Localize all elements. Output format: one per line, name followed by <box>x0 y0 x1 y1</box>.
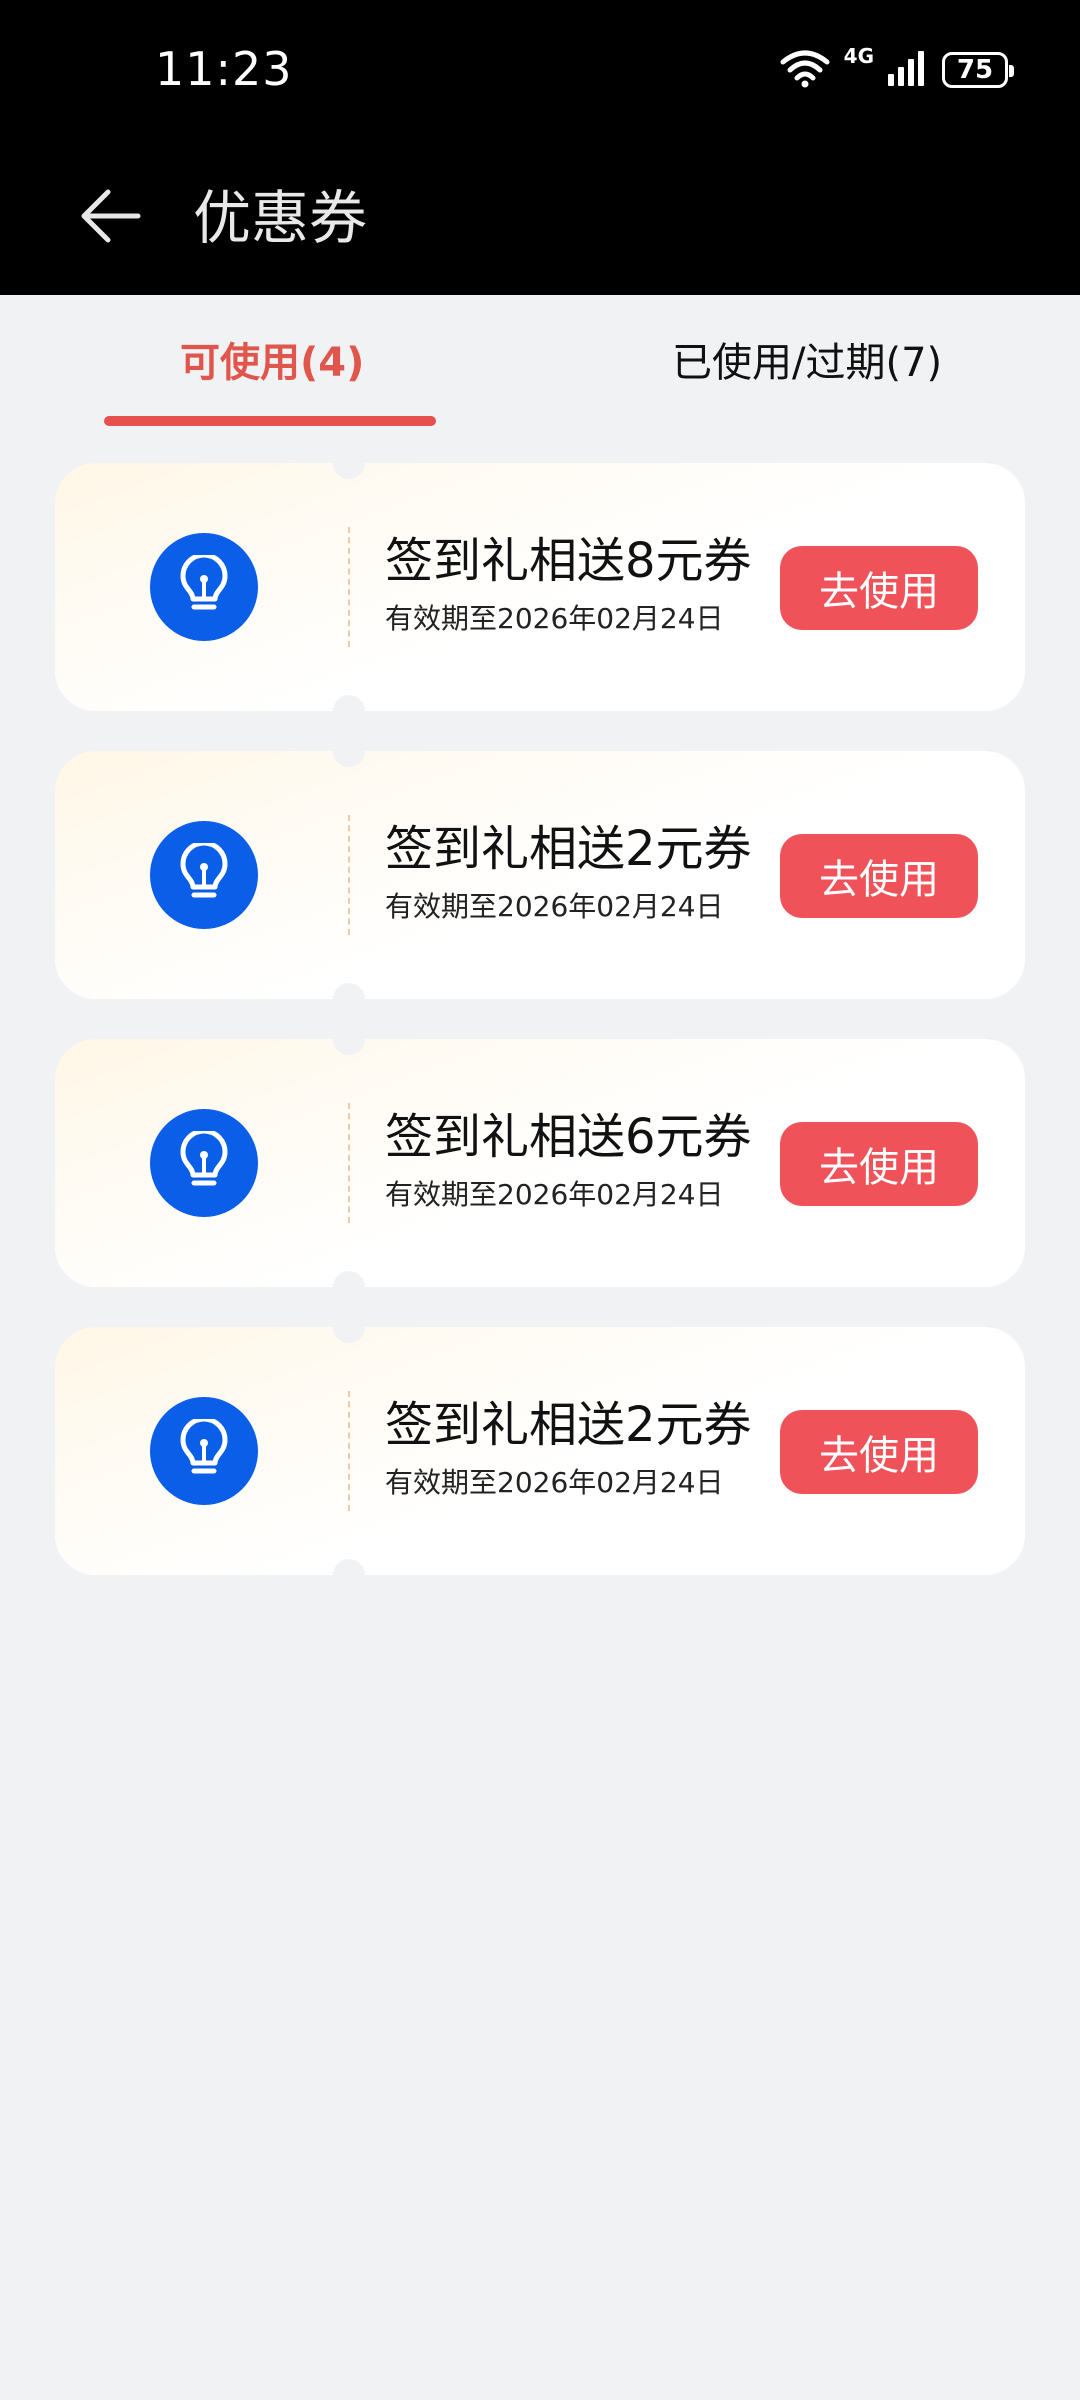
wifi-icon <box>780 48 830 92</box>
use-coupon-button[interactable]: 去使用 <box>780 834 978 918</box>
ticket-notch <box>333 983 365 1015</box>
back-button[interactable] <box>70 178 150 258</box>
page-title: 优惠券 <box>193 184 368 252</box>
tab-active-indicator <box>104 416 436 426</box>
battery-level: 75 <box>956 55 994 85</box>
coupon-card: 签到礼相送8元券 有效期至2026年02月24日 去使用 <box>55 447 1025 727</box>
ticket-notch <box>333 1023 365 1055</box>
ticket-notch <box>333 1559 365 1591</box>
lightbulb-icon <box>150 533 258 641</box>
coupon-card: 签到礼相送2元券 有效期至2026年02月24日 去使用 <box>55 1311 1025 1591</box>
coupon-title: 签到礼相送6元券 <box>385 1109 752 1165</box>
coupon-list: 签到礼相送8元券 有效期至2026年02月24日 去使用 签到礼相送2元券 有效… <box>55 447 1025 1615</box>
status-bar: 11:23 4G 75 <box>0 0 1080 140</box>
tab-used-expired[interactable]: 已使用/过期(7) <box>672 335 942 391</box>
coupon-divider <box>348 815 350 935</box>
status-icons: 4G 75 <box>780 44 1014 92</box>
coupon-expiry: 有效期至2026年02月24日 <box>385 890 724 923</box>
use-coupon-button[interactable]: 去使用 <box>780 546 978 630</box>
coupon-title: 签到礼相送2元券 <box>385 1397 752 1453</box>
tab-available[interactable]: 可使用(4) <box>180 335 364 391</box>
ticket-notch <box>333 1311 365 1343</box>
coupon-card: 签到礼相送6元券 有效期至2026年02月24日 去使用 <box>55 1023 1025 1303</box>
coupon-title: 签到礼相送2元券 <box>385 821 752 877</box>
coupon-divider <box>348 527 350 647</box>
status-time: 11:23 <box>155 42 293 96</box>
lightbulb-icon <box>150 821 258 929</box>
battery-icon: 75 <box>942 52 1014 88</box>
signal-icon <box>888 50 928 90</box>
coupon-title: 签到礼相送8元券 <box>385 533 752 589</box>
coupon-expiry: 有效期至2026年02月24日 <box>385 602 724 635</box>
ticket-notch <box>333 735 365 767</box>
ticket-notch <box>333 447 365 479</box>
coupon-divider <box>348 1103 350 1223</box>
network-type: 4G <box>843 44 874 68</box>
lightbulb-icon <box>150 1109 258 1217</box>
ticket-notch <box>333 1271 365 1303</box>
ticket-notch <box>333 695 365 727</box>
lightbulb-icon <box>150 1397 258 1505</box>
coupon-expiry: 有效期至2026年02月24日 <box>385 1466 724 1499</box>
coupon-card: 签到礼相送2元券 有效期至2026年02月24日 去使用 <box>55 735 1025 1015</box>
use-coupon-button[interactable]: 去使用 <box>780 1122 978 1206</box>
use-coupon-button[interactable]: 去使用 <box>780 1410 978 1494</box>
arrow-left-icon <box>78 186 142 250</box>
tab-bar: 可使用(4) 已使用/过期(7) <box>0 295 1080 445</box>
coupon-expiry: 有效期至2026年02月24日 <box>385 1178 724 1211</box>
coupon-divider <box>348 1391 350 1511</box>
app-bar: 优惠券 <box>0 140 1080 295</box>
